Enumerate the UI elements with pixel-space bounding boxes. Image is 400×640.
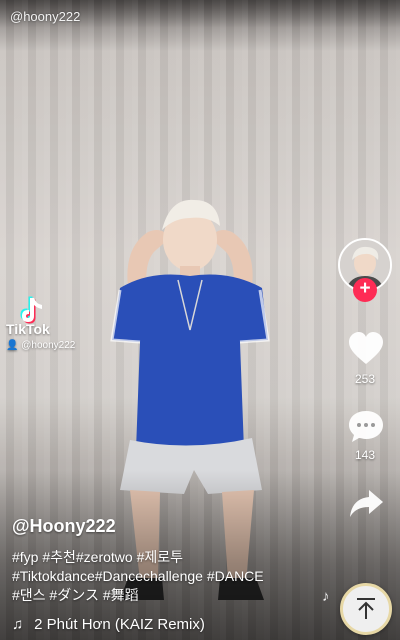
caption-line: #fyp #추천#zerotwo #제로투 (12, 549, 184, 565)
watermark-handle-text: @hoony222 (21, 340, 76, 351)
like-count: 253 (354, 372, 376, 386)
like-heart-icon[interactable] (347, 330, 385, 368)
music-title[interactable]: ♫ 2 Phút Hơn (KAIZ Remix) (12, 616, 205, 633)
caption-author[interactable]: @Hoony222 (12, 516, 116, 537)
music-title-text: 2 Phút Hơn (KAIZ Remix) (34, 616, 205, 633)
caption-text[interactable]: #fyp #추천#zerotwo #제로투 #Tiktokdance#Dance… (12, 548, 312, 605)
music-note-icon: ♫ (12, 616, 24, 633)
caption-line: #댄스 #ダンス #舞蹈 (12, 587, 139, 603)
tiktok-watermark-handle: 👤 @hoony222 (6, 340, 75, 351)
caption-line: #Tiktokdance#Dancechallenge #DANCE (12, 568, 264, 584)
top-username[interactable]: @hoony222 (10, 9, 80, 24)
follow-button[interactable]: + (353, 278, 377, 302)
arrow-up-icon (357, 598, 375, 619)
tiktok-watermark-brand: TikTok (6, 321, 50, 337)
small-note-icon: ♪ (322, 588, 330, 605)
comment-bubble-icon[interactable] (347, 408, 385, 446)
comment-count: 143 (354, 448, 376, 462)
person-icon: 👤 (6, 340, 19, 351)
share-arrow-icon[interactable] (347, 484, 385, 522)
scroll-to-top-button[interactable] (340, 583, 392, 635)
